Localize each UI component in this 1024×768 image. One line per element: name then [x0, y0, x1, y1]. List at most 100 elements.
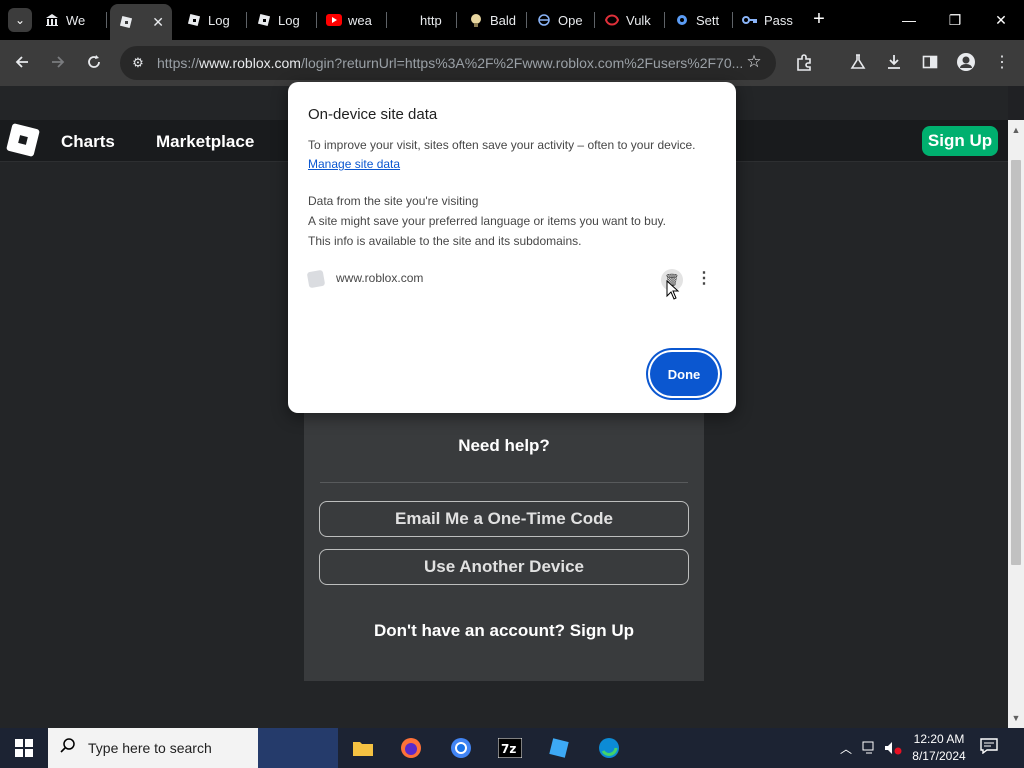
dialog-description-line-2: This info is available to the site and i…: [308, 234, 582, 248]
close-window-button[interactable]: ✕: [978, 0, 1024, 40]
tab-vulkan[interactable]: Vulk: [604, 4, 656, 36]
side-panel-icon[interactable]: [916, 48, 944, 76]
scroll-up-arrow-icon[interactable]: ▲: [1008, 122, 1024, 138]
tab-label: We: [66, 12, 86, 28]
tab-search-button[interactable]: ⌄: [8, 8, 32, 32]
tab-passwords[interactable]: Pass: [742, 4, 794, 36]
notification-center-icon[interactable]: [980, 738, 1000, 758]
browser-toolbar: ⚙ https://www.roblox.com/login?returnUrl…: [0, 40, 1024, 86]
key-icon: [742, 12, 758, 28]
tray-overflow-chevron-icon[interactable]: ︿: [840, 728, 852, 768]
email-one-time-code-button[interactable]: Email Me a One-Time Code: [319, 501, 689, 537]
start-windows-icon[interactable]: [0, 728, 48, 768]
taskbar-search-box[interactable]: Type here to search: [48, 728, 338, 768]
clock-date: 8/17/2024: [912, 749, 966, 763]
bookmark-star-icon[interactable]: ☆: [742, 52, 766, 74]
bald-icon: [468, 12, 484, 28]
download-icon[interactable]: [880, 48, 908, 76]
clock-time: 12:20 AM: [913, 732, 965, 746]
menu-kebab-icon[interactable]: ⋮: [988, 48, 1016, 76]
tab-http[interactable]: http: [398, 4, 444, 36]
tab-separator: [664, 12, 665, 28]
network-icon[interactable]: [862, 728, 878, 768]
roblox-studio-icon[interactable]: [544, 733, 574, 763]
nav-marketplace-link[interactable]: Marketplace: [156, 132, 254, 152]
youtube-icon: [326, 12, 342, 28]
signup-prompt-link[interactable]: Don't have an account? Sign Up: [304, 621, 704, 641]
tab-separator: [246, 12, 247, 28]
tab-openai[interactable]: Ope: [536, 4, 586, 36]
tab-log-1[interactable]: Log: [186, 4, 242, 36]
taskbar-clock[interactable]: 12:20 AM 8/17/2024: [906, 731, 972, 765]
tab-separator: [526, 12, 527, 28]
scroll-down-arrow-icon[interactable]: ▼: [1008, 710, 1024, 726]
tab-separator: [594, 12, 595, 28]
more-options-icon[interactable]: ⋮: [694, 268, 714, 290]
minimize-button[interactable]: —: [886, 0, 932, 40]
chrome-icon[interactable]: [446, 733, 476, 763]
svg-text:7z: 7z: [501, 742, 516, 756]
restore-button[interactable]: ❐: [932, 0, 978, 40]
windows-taskbar: Type here to search 7z ︿ 12:20 AM 8/17/2…: [0, 728, 1024, 768]
dialog-title: On-device site data: [308, 106, 438, 123]
tab-strip: ⌄ We ✕ Log Log wea http Bald Ope Vulk Se…: [0, 0, 1024, 40]
bank-icon: [44, 12, 60, 28]
nav-signup-button[interactable]: Sign Up: [922, 126, 998, 156]
scrollbar-thumb[interactable]: [1011, 160, 1021, 565]
tab-roblox-active[interactable]: ✕: [110, 4, 172, 40]
labs-flask-icon[interactable]: [844, 48, 872, 76]
extensions-icon[interactable]: [790, 48, 818, 76]
firefox-icon[interactable]: [396, 733, 426, 763]
search-icon: [60, 738, 76, 759]
tab-label: Vulk: [626, 12, 651, 28]
address-bar[interactable]: ⚙ https://www.roblox.com/login?returnUrl…: [120, 46, 776, 80]
edge-icon[interactable]: [594, 733, 624, 763]
close-tab-icon[interactable]: ✕: [152, 14, 164, 31]
nav-charts-link[interactable]: Charts: [61, 132, 115, 152]
roblox-icon: [256, 12, 272, 28]
dialog-description-line-1: A site might save your preferred languag…: [308, 214, 666, 228]
tab-settings[interactable]: Sett: [674, 4, 722, 36]
need-help-heading: Need help?: [458, 436, 550, 455]
tab-log-2[interactable]: Log: [256, 4, 312, 36]
login-help-card: Need help? Email Me a One-Time Code Use …: [304, 386, 704, 681]
search-highlight-image: [258, 728, 338, 768]
roblox-logo-icon[interactable]: [6, 123, 40, 157]
site-favicon-icon: [306, 269, 326, 289]
tab-we[interactable]: We: [44, 4, 106, 36]
tab-separator: [316, 12, 317, 28]
file-explorer-icon[interactable]: [348, 733, 378, 763]
profile-avatar-icon[interactable]: [952, 48, 980, 76]
tab-label: Log: [278, 12, 300, 28]
url-text: https://www.roblox.com/login?returnUrl=h…: [157, 55, 742, 71]
site-info-icon[interactable]: ⚙: [128, 53, 148, 73]
use-another-device-button[interactable]: Use Another Device: [319, 549, 689, 585]
tab-youtube[interactable]: wea: [326, 4, 378, 36]
divider: [320, 482, 688, 483]
tab-label: Bald: [490, 12, 517, 28]
tab-label: Ope: [558, 12, 583, 28]
dialog-section-heading: Data from the site you're visiting: [308, 194, 479, 208]
site-data-dialog: On-device site data To improve your visi…: [288, 82, 736, 413]
site-domain: www.roblox.com: [336, 271, 424, 285]
tab-separator: [386, 12, 387, 28]
page-scrollbar[interactable]: ▲ ▼: [1008, 120, 1024, 728]
done-button[interactable]: Done: [650, 352, 718, 396]
tab-bald[interactable]: Bald: [468, 4, 520, 36]
mouse-cursor-icon: [666, 280, 680, 300]
7zip-icon[interactable]: 7z: [495, 733, 525, 763]
volume-muted-icon[interactable]: [884, 728, 902, 768]
blank-icon: [398, 12, 414, 28]
tab-separator: [106, 12, 107, 28]
reload-button[interactable]: [80, 48, 108, 76]
tab-label: Log: [208, 12, 230, 28]
manage-site-data-link[interactable]: Manage site data: [308, 157, 400, 171]
tab-label: Pass: [764, 12, 793, 28]
tab-separator: [732, 12, 733, 28]
forward-button[interactable]: [44, 48, 72, 76]
dialog-intro-text: To improve your visit, sites often save …: [308, 138, 696, 152]
settings-icon: [674, 12, 690, 28]
back-button[interactable]: [8, 48, 36, 76]
new-tab-button[interactable]: +: [810, 8, 828, 32]
openai-icon: [536, 12, 552, 28]
